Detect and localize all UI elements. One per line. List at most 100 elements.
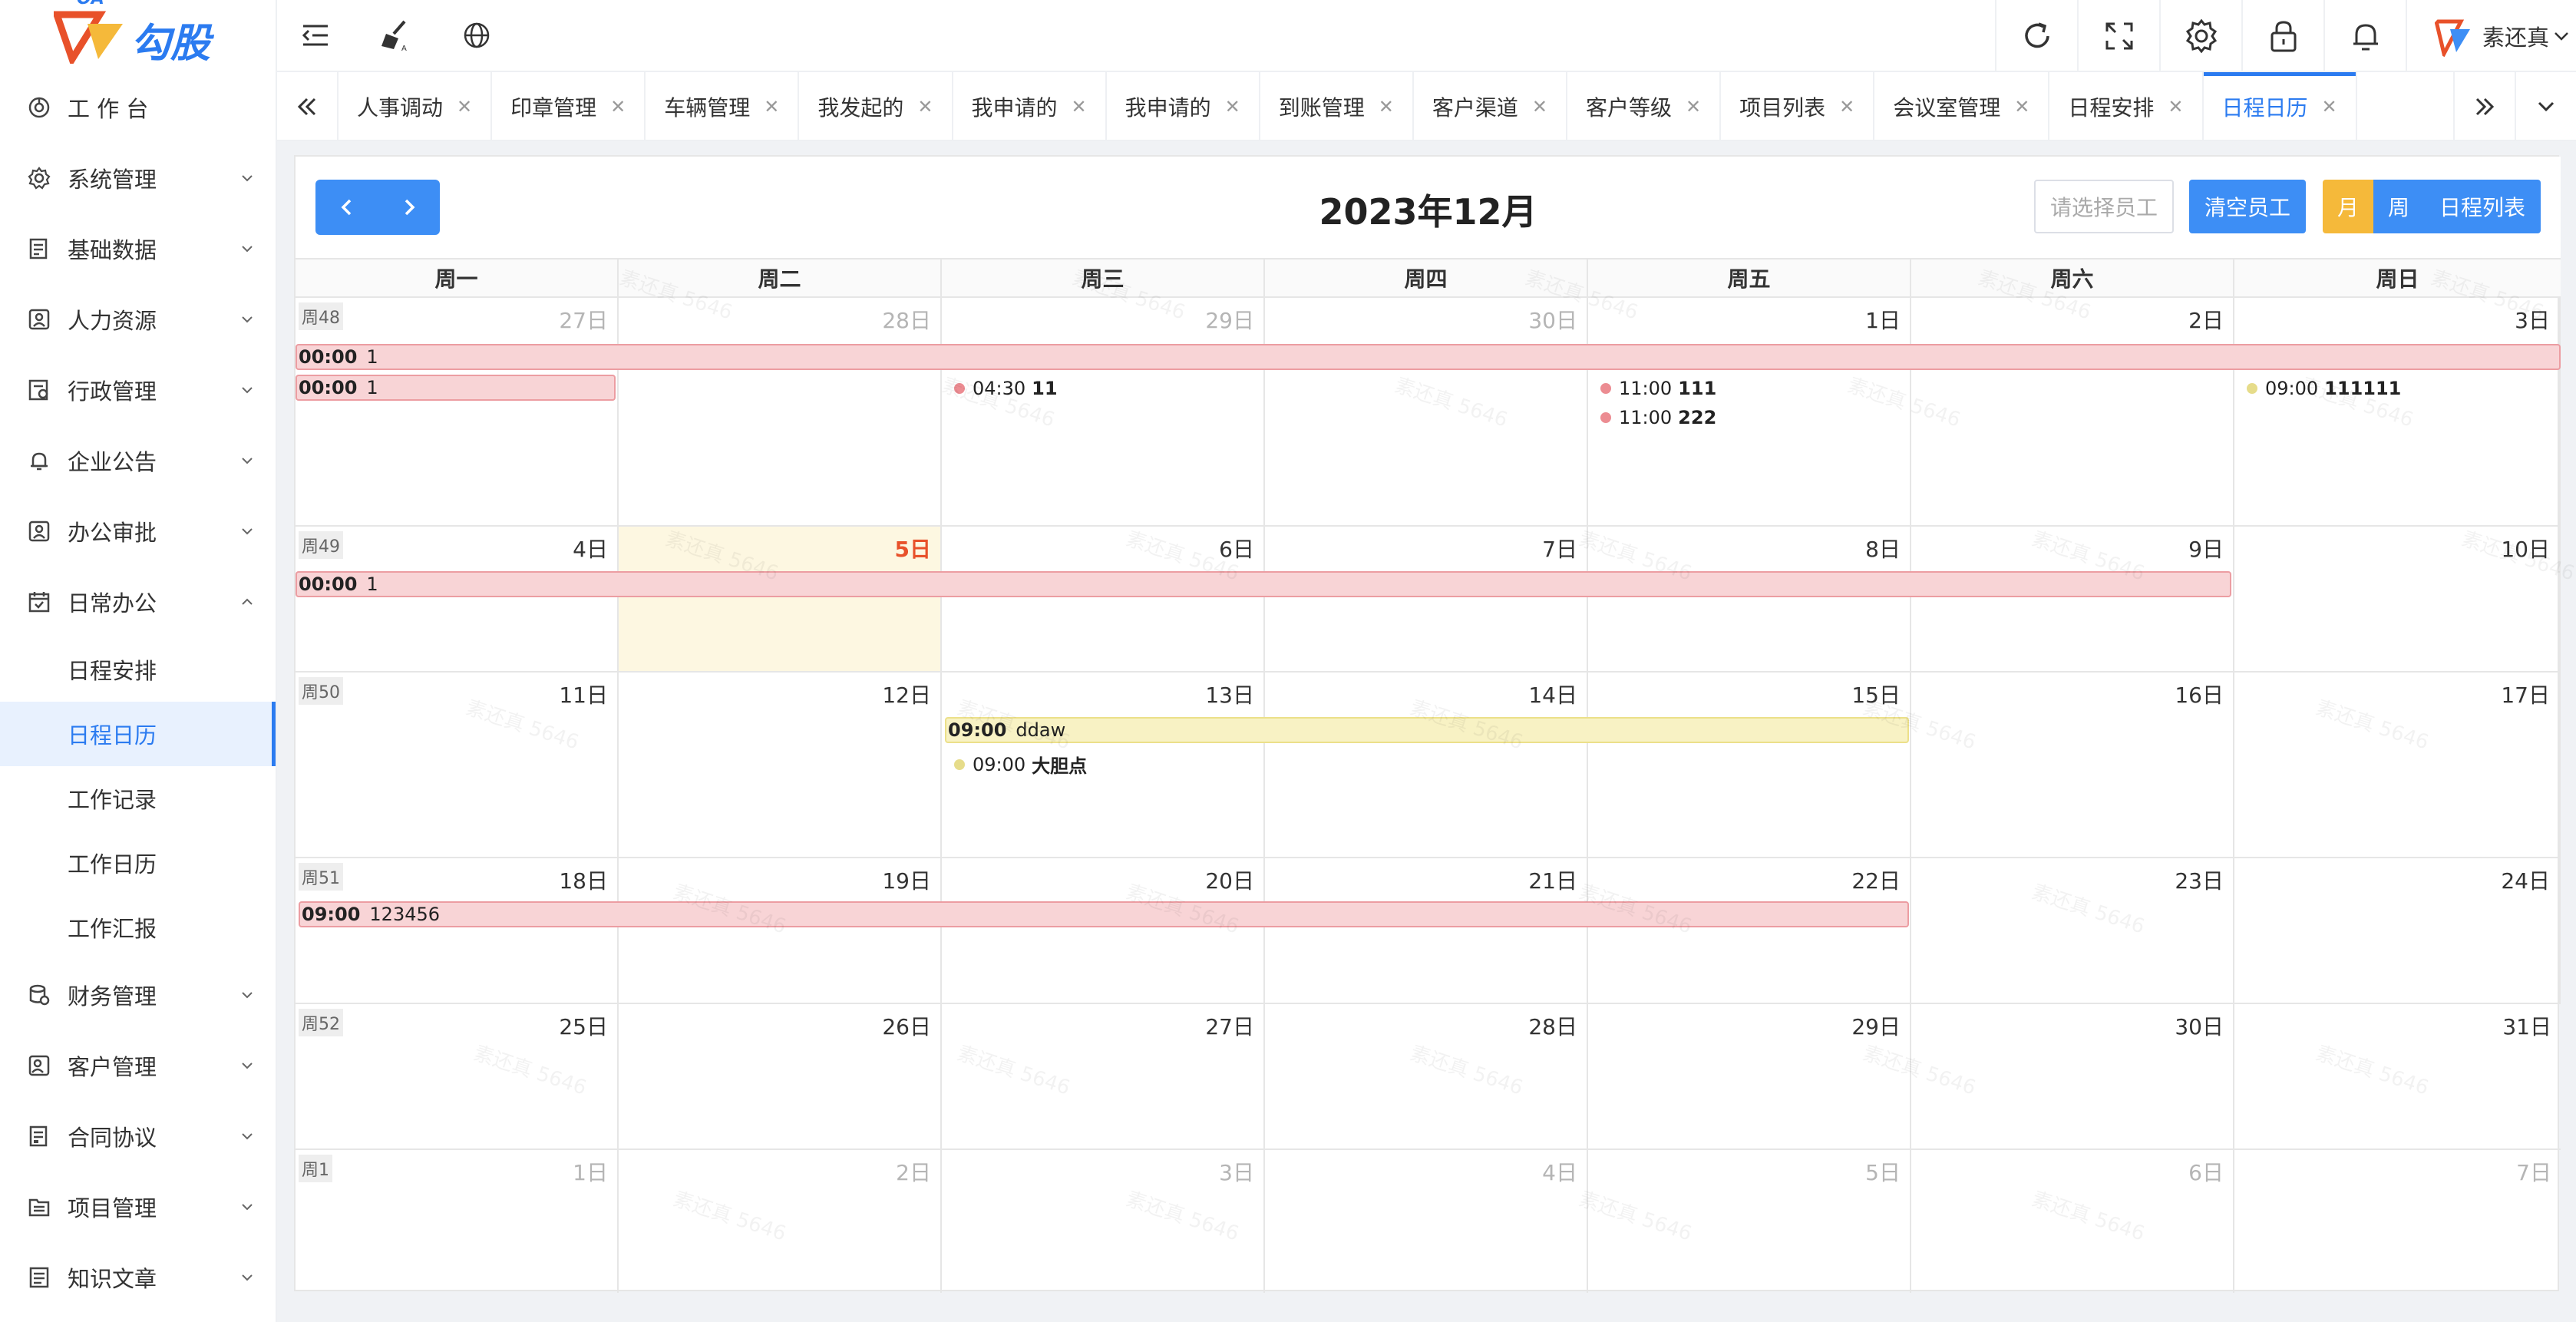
day-number[interactable]: 26日	[882, 1010, 931, 1041]
day-cell[interactable]: 28日	[619, 298, 942, 525]
clear-employee-button[interactable]: 清空员工	[2189, 180, 2306, 233]
day-cell[interactable]: 4日	[1265, 1150, 1588, 1293]
day-number[interactable]: 5日	[1865, 1156, 1901, 1187]
calendar-event[interactable]: 09:00 123456	[299, 901, 1909, 927]
day-number[interactable]: 13日	[1205, 679, 1254, 709]
day-number[interactable]: 19日	[882, 864, 931, 895]
sidebar-subitem-schedule-calendar[interactable]: 日程日历	[0, 702, 276, 766]
day-number[interactable]: 7日	[2516, 1156, 2551, 1187]
calendar-event[interactable]: 09:00 111111	[2247, 378, 2401, 399]
collapse-menu-icon[interactable]	[297, 17, 334, 54]
day-cell[interactable]: 21日	[1265, 858, 1588, 1003]
close-icon[interactable]: ✕	[610, 96, 626, 117]
day-number[interactable]: 21日	[1528, 864, 1577, 895]
day-cell[interactable]: 29日	[942, 298, 1265, 525]
day-number[interactable]: 25日	[559, 1010, 608, 1041]
day-number[interactable]: 9日	[2188, 533, 2224, 564]
close-icon[interactable]: ✕	[1686, 96, 1701, 117]
day-cell[interactable]: 23日	[1911, 858, 2234, 1003]
sidebar-subitem-work-calendar[interactable]: 工作日历	[0, 831, 276, 895]
refresh-button[interactable]	[1995, 0, 2077, 72]
day-number[interactable]: 3日	[1219, 1156, 1254, 1187]
day-cell[interactable]: 22日	[1588, 858, 1911, 1003]
calendar-event[interactable]: 00:00 1	[296, 571, 2231, 597]
tab-item[interactable]: 人事调动 ✕	[339, 72, 493, 141]
sidebar-item-announcement[interactable]: 企业公告	[0, 425, 276, 496]
day-number[interactable]: 1日	[573, 1156, 608, 1187]
sidebar-subitem-work-report[interactable]: 工作汇报	[0, 895, 276, 960]
tab-item-active[interactable]: 日程日历 ✕	[2203, 72, 2357, 141]
sidebar-item-approval[interactable]: 办公审批	[0, 496, 276, 567]
day-cell[interactable]: 2日	[1911, 298, 2234, 525]
fullscreen-button[interactable]	[2077, 0, 2159, 72]
tab-item[interactable]: 日程安排 ✕	[2049, 72, 2204, 141]
calendar-event[interactable]: 11:00 222	[1600, 407, 1716, 428]
day-number[interactable]: 28日	[882, 304, 931, 335]
month-view-button[interactable]: 月	[2323, 180, 2373, 233]
tab-item[interactable]: 我申请的 ✕	[1107, 72, 1260, 141]
sidebar-item-finance[interactable]: 财务管理	[0, 960, 276, 1030]
day-number[interactable]: 27日	[559, 304, 608, 335]
day-cell[interactable]: 7日	[2234, 1150, 2561, 1293]
day-cell[interactable]: 周50 11日	[296, 673, 619, 857]
day-number[interactable]: 6日	[2188, 1156, 2224, 1187]
calendar-event[interactable]: 00:00 1	[296, 375, 616, 401]
day-cell[interactable]: 24日	[2234, 858, 2561, 1003]
day-number[interactable]: 12日	[882, 679, 931, 709]
close-icon[interactable]: ✕	[2322, 96, 2337, 117]
clear-cache-brush-icon[interactable]: A	[377, 17, 414, 54]
close-icon[interactable]: ✕	[2168, 96, 2183, 117]
list-view-button[interactable]: 日程列表	[2424, 180, 2541, 233]
day-number[interactable]: 7日	[1542, 533, 1577, 564]
close-icon[interactable]: ✕	[1839, 96, 1854, 117]
day-cell[interactable]: 30日	[1265, 298, 1588, 525]
day-cell[interactable]: 8日	[1588, 527, 1911, 671]
week-view-button[interactable]: 周	[2373, 180, 2424, 233]
calendar-event[interactable]: 04:30 11	[954, 378, 1058, 399]
day-number[interactable]: 16日	[2175, 679, 2224, 709]
close-icon[interactable]: ✕	[1225, 96, 1240, 117]
day-number-today[interactable]: 5日	[895, 533, 931, 564]
calendar-event[interactable]: 11:00 111	[1600, 378, 1716, 399]
day-cell[interactable]: 3日	[2234, 298, 2561, 525]
day-number[interactable]: 28日	[1528, 1010, 1577, 1041]
day-number[interactable]: 10日	[2501, 533, 2550, 564]
sidebar-item-daily-office[interactable]: 日常办公	[0, 567, 276, 637]
day-number[interactable]: 27日	[1205, 1010, 1254, 1041]
day-number[interactable]: 11日	[559, 679, 608, 709]
sidebar-item-dashboard[interactable]: 工 作 台	[0, 72, 276, 143]
logo[interactable]: 勾股 OA	[0, 0, 276, 72]
day-cell[interactable]: 10日	[2234, 527, 2561, 671]
day-cell[interactable]: 6日	[1911, 1150, 2234, 1293]
day-number[interactable]: 30日	[2175, 1010, 2224, 1041]
user-menu[interactable]: 素还真	[2406, 0, 2576, 72]
day-cell-today[interactable]: 5日	[619, 527, 942, 671]
day-cell[interactable]: 26日	[619, 1004, 942, 1148]
day-cell[interactable]: 15日	[1588, 673, 1911, 857]
day-cell[interactable]: 周49 4日	[296, 527, 619, 671]
calendar-event[interactable]: 09:00 ddaw	[945, 717, 1909, 743]
day-number[interactable]: 24日	[2501, 864, 2550, 895]
day-cell[interactable]: 17日	[2234, 673, 2561, 857]
day-cell[interactable]: 12日	[619, 673, 942, 857]
tab-item[interactable]: 到账管理 ✕	[1260, 72, 1414, 141]
day-number[interactable]: 14日	[1528, 679, 1577, 709]
day-number[interactable]: 8日	[1865, 533, 1901, 564]
day-cell[interactable]: 29日	[1588, 1004, 1911, 1148]
day-cell[interactable]: 6日	[942, 527, 1265, 671]
day-cell[interactable]: 28日	[1265, 1004, 1588, 1148]
day-number[interactable]: 2日	[896, 1156, 931, 1187]
day-number[interactable]: 17日	[2501, 679, 2550, 709]
sidebar-item-customer[interactable]: 客户管理	[0, 1030, 276, 1101]
week-number[interactable]: 周51	[299, 863, 343, 891]
day-cell[interactable]: 9日	[1911, 527, 2234, 671]
notification-button[interactable]	[2323, 0, 2406, 72]
close-icon[interactable]: ✕	[1072, 96, 1087, 117]
day-cell[interactable]: 31日	[2234, 1004, 2561, 1148]
sidebar-item-admin[interactable]: 行政管理	[0, 355, 276, 425]
week-number[interactable]: 周50	[299, 677, 343, 705]
close-icon[interactable]: ✕	[917, 96, 933, 117]
sidebar-subitem-schedule[interactable]: 日程安排	[0, 637, 276, 702]
day-cell[interactable]: 周1 1日	[296, 1150, 619, 1293]
tab-item[interactable]: 项目列表 ✕	[1721, 72, 1875, 141]
